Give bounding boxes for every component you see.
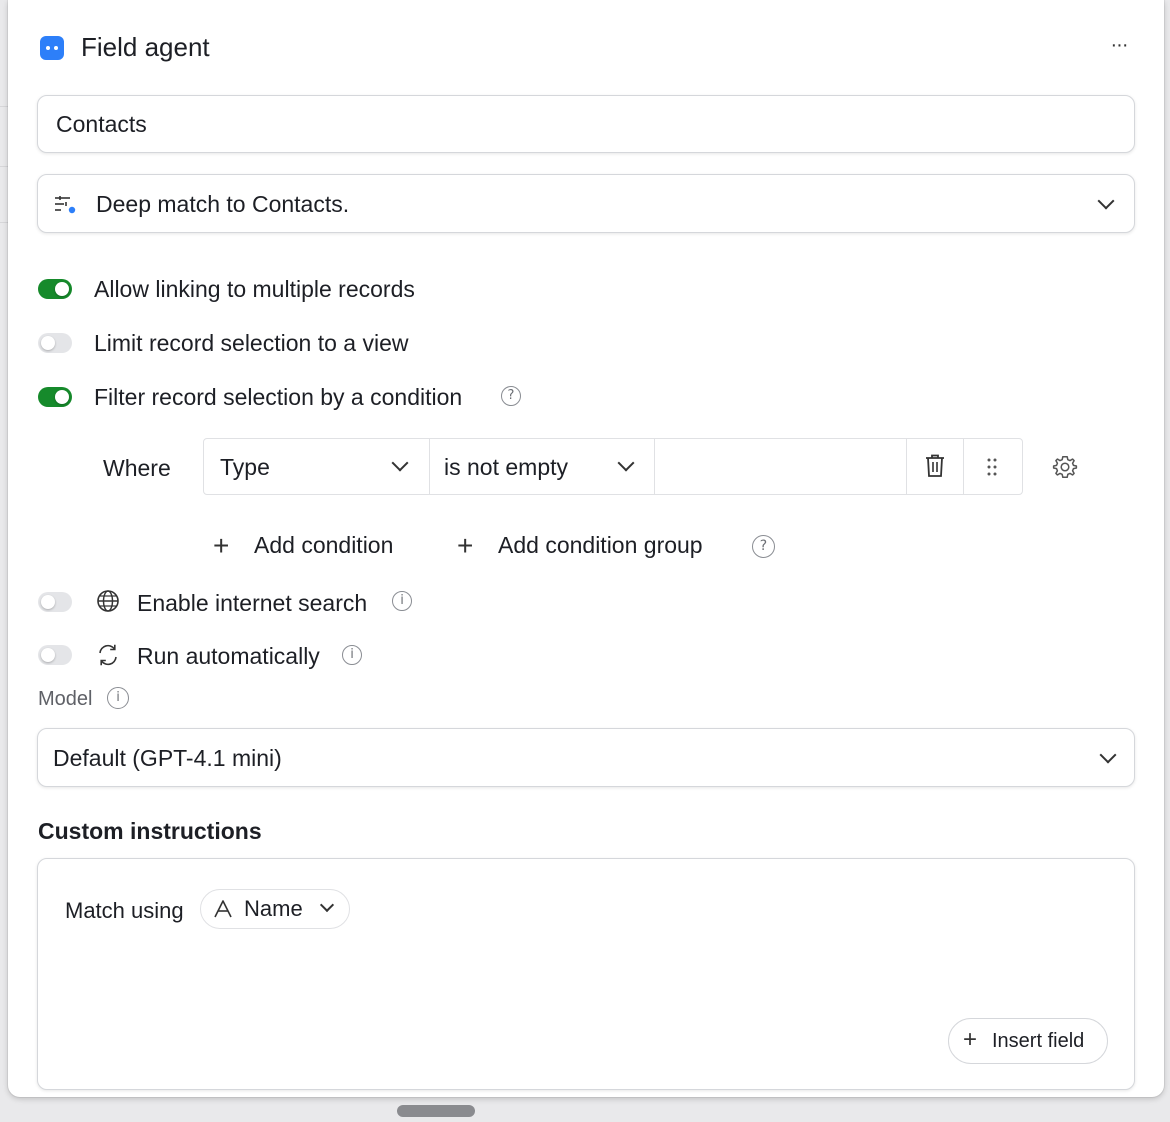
- gear-icon[interactable]: [1052, 454, 1078, 480]
- condition-value-input[interactable]: [655, 439, 907, 494]
- limit-view-label: Limit record selection to a view: [94, 330, 409, 356]
- drag-handle-icon: [987, 458, 997, 476]
- chevron-down-icon: [319, 897, 335, 913]
- help-icon[interactable]: ?: [752, 535, 775, 558]
- match-settings-icon: [55, 196, 76, 214]
- drag-handle[interactable]: [964, 439, 1022, 494]
- chevron-down-icon: [391, 454, 409, 472]
- field-agent-icon: [40, 36, 64, 60]
- text-field-icon: [214, 900, 232, 918]
- trash-icon: [926, 454, 944, 477]
- model-select[interactable]: Default (GPT-4.1 mini): [37, 728, 1135, 787]
- run-automatically-toggle[interactable]: [38, 645, 72, 665]
- field-chip-label: Name: [244, 896, 303, 921]
- refresh-icon: [99, 644, 117, 666]
- match-mode-label: Deep match to Contacts.: [96, 191, 350, 217]
- run-automatically-label: Run automatically: [137, 643, 320, 669]
- horizontal-scrollbar-thumb[interactable]: [397, 1105, 475, 1117]
- condition-field-select[interactable]: Type: [204, 439, 430, 494]
- custom-instructions-heading: Custom instructions: [38, 818, 262, 844]
- filter-condition-toggle[interactable]: [38, 387, 72, 407]
- help-icon[interactable]: ?: [501, 386, 521, 406]
- custom-instructions-editor[interactable]: Match using Name + Insert field: [37, 858, 1135, 1090]
- where-label: Where: [103, 455, 171, 481]
- info-icon[interactable]: i: [342, 645, 362, 665]
- info-icon[interactable]: i: [107, 687, 129, 709]
- field-chip-name[interactable]: Name: [200, 889, 350, 929]
- condition-operator-label: is not empty: [444, 454, 568, 480]
- field-agent-panel: Field agent ··· Deep match to Contacts. …: [8, 0, 1164, 1097]
- insert-field-button[interactable]: + Insert field: [948, 1018, 1108, 1064]
- add-condition-label: Add condition: [254, 532, 394, 558]
- plus-icon: +: [213, 530, 230, 561]
- internet-search-toggle[interactable]: [38, 592, 72, 612]
- more-options-icon[interactable]: ···: [1104, 32, 1134, 62]
- model-label: Model: [38, 688, 93, 710]
- panel-title: Field agent: [81, 32, 210, 62]
- filter-condition-label: Filter record selection by a condition: [94, 384, 463, 410]
- condition-operator-select[interactable]: is not empty: [430, 439, 655, 494]
- internet-search-label: Enable internet search: [137, 590, 368, 616]
- limit-view-toggle[interactable]: [38, 333, 72, 353]
- plus-icon: +: [963, 1026, 978, 1053]
- linked-table-input[interactable]: [37, 95, 1135, 153]
- delete-condition-button[interactable]: [907, 439, 964, 494]
- allow-multiple-toggle[interactable]: [38, 279, 72, 299]
- condition-field-label: Type: [220, 454, 270, 480]
- model-selected-label: Default (GPT-4.1 mini): [53, 745, 282, 771]
- allow-multiple-label: Allow linking to multiple records: [94, 276, 415, 302]
- add-condition-group-label: Add condition group: [498, 532, 703, 558]
- condition-row: Type is not empty: [203, 438, 1023, 495]
- plus-icon: +: [457, 530, 474, 561]
- chevron-down-icon: [617, 454, 635, 472]
- instructions-text: Match using: [65, 898, 184, 923]
- chevron-down-icon: [1099, 746, 1117, 764]
- chevron-down-icon: [1097, 192, 1115, 210]
- insert-field-label: Insert field: [992, 1030, 1085, 1052]
- match-mode-select[interactable]: Deep match to Contacts.: [37, 174, 1135, 233]
- info-icon[interactable]: i: [392, 591, 412, 611]
- globe-icon: [97, 590, 119, 612]
